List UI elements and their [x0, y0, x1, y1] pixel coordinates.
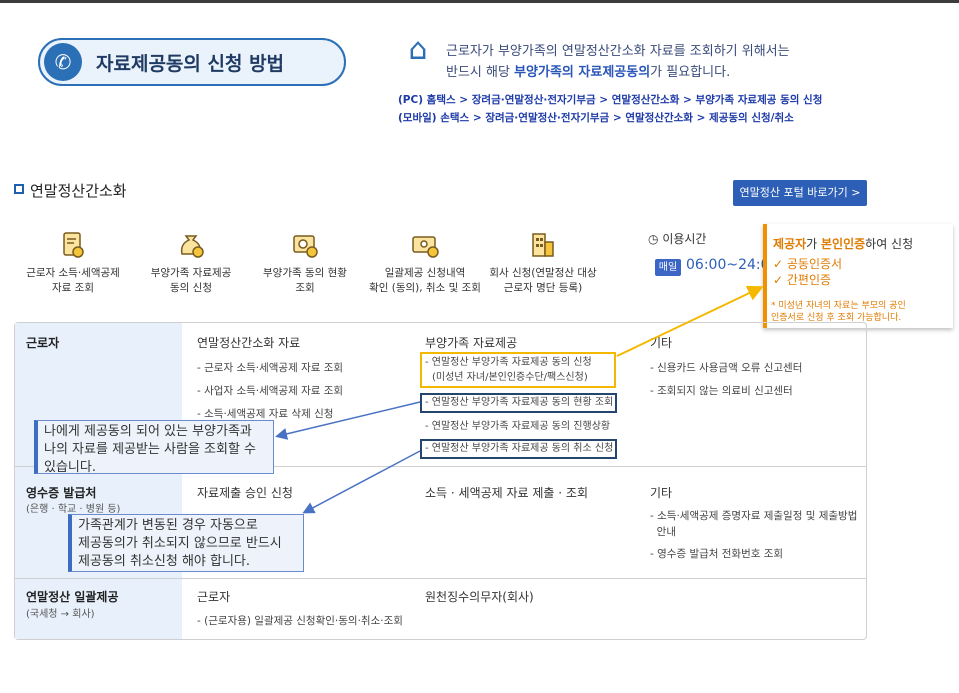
arrow-cancel-to-note	[302, 450, 421, 514]
arrow-status-to-note	[275, 401, 421, 440]
annotation-arrows	[275, 285, 764, 514]
arrow-consent-to-callout	[616, 285, 764, 357]
